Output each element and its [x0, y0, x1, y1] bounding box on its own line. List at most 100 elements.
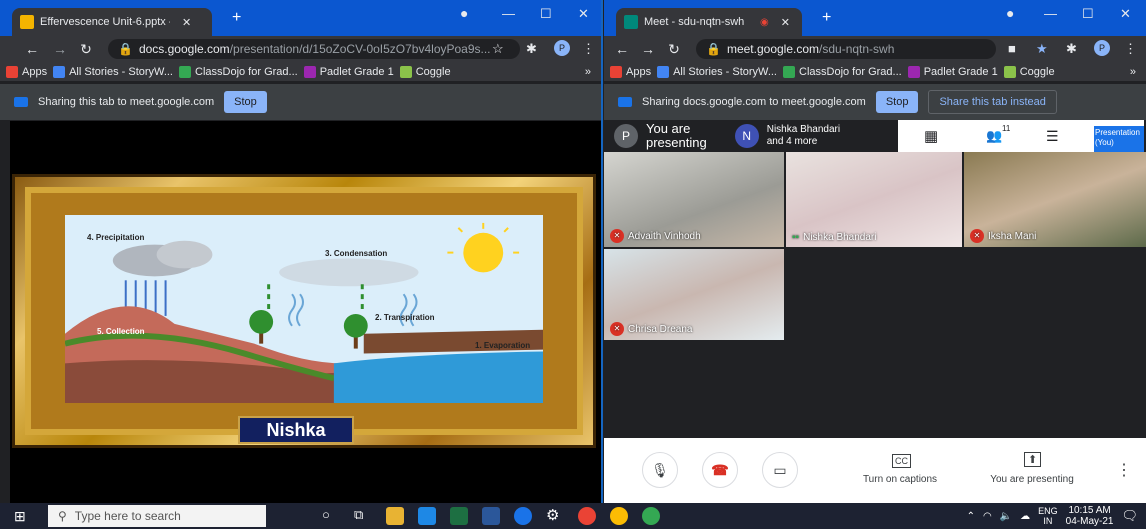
end-call-button[interactable]: ☎: [702, 452, 738, 488]
new-tab-icon[interactable]: +: [822, 9, 831, 27]
present-icon[interactable]: ⬆: [1024, 452, 1042, 467]
microphone-button[interactable]: 🎙: [642, 452, 678, 488]
sharing-infobar: Sharing this tab to meet.google.com Stop: [0, 84, 601, 120]
wifi-icon[interactable]: ◠: [983, 511, 992, 522]
evaporation-label: 1. Evaporation: [475, 341, 531, 350]
share-this-tab-button[interactable]: Share this tab instead: [928, 90, 1057, 114]
chrome-icon-3[interactable]: [642, 507, 660, 525]
bookmark-label: Padlet Grade 1: [319, 65, 394, 78]
close-tab-icon[interactable]: ✕: [182, 16, 191, 29]
windows-start-icon[interactable]: ⊞: [14, 508, 26, 525]
back-icon[interactable]: ←: [612, 41, 632, 57]
slide-view: 4. Precipitation 3. Condensation 2. Tran…: [10, 121, 601, 503]
close-window-icon[interactable]: ✕: [1120, 6, 1131, 22]
people-count: 11: [1002, 124, 1011, 133]
address-bar[interactable]: 🔒 meet.google.com/sdu-nqtn-swh: [696, 39, 996, 59]
chrome-icon[interactable]: [578, 507, 596, 525]
chrome-icon-2[interactable]: [610, 507, 628, 525]
stop-sharing-button[interactable]: Stop: [224, 91, 267, 113]
profile-dot-icon[interactable]: ●: [460, 5, 468, 21]
tile-name: ✕ Advaith Vinhodh: [610, 229, 701, 243]
forward-icon[interactable]: →: [50, 41, 70, 57]
bookmark-padlet[interactable]: Padlet Grade 1: [303, 65, 394, 78]
maximize-icon[interactable]: ☐: [1082, 6, 1094, 22]
meet-icon: [624, 15, 638, 29]
more-options-icon[interactable]: ⋮: [1116, 460, 1132, 480]
tray-chevron-icon[interactable]: ⌃: [967, 511, 975, 522]
classdojo-icon: [179, 65, 191, 78]
video-tile[interactable]: ✕ Advaith Vinhodh: [604, 152, 784, 247]
stop-sharing-button[interactable]: Stop: [875, 91, 919, 113]
slides-icon: [20, 15, 34, 29]
search-icon: ⚲: [58, 509, 67, 523]
mail-icon[interactable]: [418, 507, 436, 525]
captions-label[interactable]: Turn on captions: [850, 474, 950, 485]
close-window-icon[interactable]: ✕: [578, 6, 589, 22]
tab-title: Meet - sdu-nqtn-swh: [644, 16, 745, 28]
profile-avatar[interactable]: P: [1094, 40, 1110, 56]
extensions-icon[interactable]: ✱: [526, 41, 537, 57]
reload-icon[interactable]: ↻: [664, 41, 684, 58]
menu-icon[interactable]: ⋮: [582, 41, 595, 57]
lang-line2: IN: [1043, 516, 1053, 526]
close-tab-icon[interactable]: ✕: [781, 16, 790, 29]
bookmark-coggle[interactable]: Coggle: [1003, 65, 1055, 78]
bookmark-classdojo[interactable]: ClassDojo for Grad...: [179, 65, 298, 78]
profile-dot-icon[interactable]: ●: [1006, 5, 1014, 21]
meet-top-bar: P You are presenting N Nishka Bhandari and…: [604, 120, 1146, 152]
camera-button[interactable]: ▭: [762, 452, 798, 488]
star-icon[interactable]: ☆: [492, 41, 504, 57]
presentation-tile[interactable]: Presentation (You): [1094, 126, 1144, 152]
taskbar-search[interactable]: ⚲ Type here to search: [48, 505, 266, 527]
video-tile[interactable]: ✕ Iksha Mani: [964, 152, 1146, 247]
forward-icon[interactable]: →: [638, 41, 658, 57]
maximize-icon[interactable]: ☐: [540, 6, 552, 22]
tab-meet[interactable]: Meet - sdu-nqtn-swh ◉ ✕: [616, 8, 802, 36]
file-explorer-icon[interactable]: [386, 507, 404, 525]
excel-icon[interactable]: [450, 507, 468, 525]
bookmark-coggle[interactable]: Coggle: [399, 65, 451, 78]
new-tab-icon[interactable]: +: [232, 9, 241, 27]
star-icon[interactable]: ★: [1036, 41, 1048, 57]
reload-icon[interactable]: ↻: [76, 41, 96, 58]
task-view-icon[interactable]: ⧉: [354, 507, 363, 523]
clock[interactable]: 10:15 AM 04-May-21: [1066, 505, 1114, 527]
people-icon[interactable]: 👥: [986, 128, 1002, 144]
video-tile[interactable]: ▪▪ Nishka Bhandari: [786, 152, 962, 247]
video-tile[interactable]: ✕ Chrisa Dreana: [604, 249, 784, 340]
bookmark-storyweaver[interactable]: All Stories - StoryW...: [657, 65, 777, 78]
language-indicator[interactable]: ENG IN: [1038, 506, 1058, 526]
more-bookmarks-icon[interactable]: »: [585, 66, 591, 78]
bookmark-storyweaver[interactable]: All Stories - StoryW...: [53, 65, 173, 78]
tab-slides[interactable]: Effervescence Unit-6.pptx - ( ✕: [12, 8, 212, 36]
volume-icon[interactable]: 🔈: [1000, 511, 1012, 522]
menu-icon[interactable]: ⋮: [1124, 41, 1137, 57]
minimize-icon[interactable]: —: [1044, 6, 1057, 21]
camera-indicator-icon[interactable]: ■: [1008, 41, 1016, 56]
storyweaver-icon: [53, 65, 66, 78]
captions-icon[interactable]: CC: [892, 454, 911, 468]
settings-gear-icon[interactable]: ⚙: [546, 506, 559, 524]
bookmark-padlet[interactable]: Padlet Grade 1: [907, 65, 998, 78]
bookmark-classdojo[interactable]: ClassDojo for Grad...: [783, 65, 902, 78]
cloud-icon[interactable]: ☁: [1020, 511, 1030, 522]
extensions-icon[interactable]: ✱: [1066, 41, 1077, 57]
bookmark-apps[interactable]: Apps: [6, 65, 47, 78]
grid-layout-icon[interactable]: ▦: [924, 127, 938, 145]
bookmark-apps[interactable]: Apps: [610, 65, 651, 78]
more-bookmarks-icon[interactable]: »: [1130, 66, 1136, 78]
notifications-icon[interactable]: 🗨: [1121, 508, 1138, 524]
bookmarks-bar: Apps All Stories - StoryW... ClassDojo f…: [0, 62, 601, 82]
cortana-icon[interactable]: ○: [322, 507, 330, 522]
profile-avatar[interactable]: P: [554, 40, 570, 56]
precipitation-label: 4. Precipitation: [87, 233, 145, 242]
back-icon[interactable]: ←: [22, 41, 42, 57]
edge-icon[interactable]: [514, 507, 532, 525]
address-bar[interactable]: 🔒 docs.google.com/presentation/d/15oZoCV…: [108, 39, 520, 59]
you-are-presenting-label[interactable]: You are presenting: [982, 474, 1082, 485]
minimize-icon[interactable]: —: [502, 6, 515, 21]
chat-icon[interactable]: ☰: [1046, 128, 1059, 145]
address-row: ← → ↻ 🔒 docs.google.com/presentation/d/1…: [0, 36, 601, 62]
apps-grid-icon: [6, 65, 18, 78]
word-icon[interactable]: [482, 507, 500, 525]
